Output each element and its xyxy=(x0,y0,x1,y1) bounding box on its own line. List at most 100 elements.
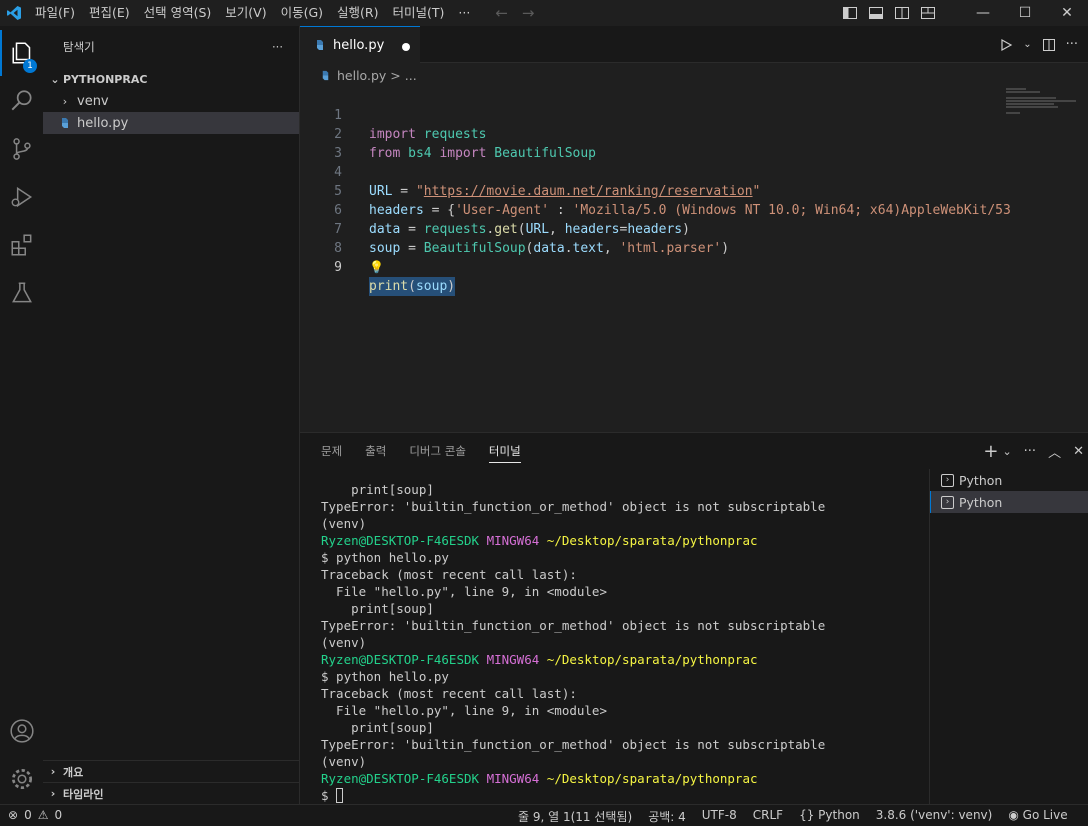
chevron-right-icon: › xyxy=(62,94,68,108)
terminal-output[interactable]: print[soup] TypeError: 'builtin_function_… xyxy=(321,481,921,804)
tab-label: hello.py xyxy=(333,37,385,53)
cursor-position[interactable]: 줄 9, 열 1(11 선택됨) xyxy=(518,808,632,825)
testing-button[interactable] xyxy=(0,270,43,316)
tab-terminal[interactable]: 터미널 xyxy=(488,439,521,463)
terminal-line: $ python hello.py xyxy=(321,668,921,685)
line-ending[interactable]: CRLF xyxy=(753,808,783,825)
menu-more[interactable]: ··· xyxy=(451,0,477,26)
new-terminal-icon[interactable]: + xyxy=(983,441,998,462)
terminal-line: $ python hello.py xyxy=(321,549,921,566)
terminal-text: Traceback (most recent call last): xyxy=(321,686,577,701)
breadcrumb-rest[interactable]: > ... xyxy=(390,68,416,83)
customize-layout-icon[interactable] xyxy=(920,5,936,21)
timeline-section[interactable]: › 타임라인 xyxy=(43,782,300,804)
maximize-panel-icon[interactable]: ︿ xyxy=(1048,442,1061,461)
terminal-text: (venv) xyxy=(321,516,367,531)
split-editor-icon[interactable] xyxy=(1042,38,1056,52)
python-interpreter[interactable]: 3.8.6 ('venv': venv) xyxy=(876,808,993,825)
language-mode[interactable]: {} Python xyxy=(799,808,860,825)
search-button[interactable] xyxy=(0,78,43,124)
outline-label: 개요 xyxy=(63,765,84,779)
workspace-folder[interactable]: ⌄ PYTHONPRAC xyxy=(43,68,299,90)
terminal-text: print[soup] xyxy=(321,601,434,616)
maximize-button[interactable]: ☐ xyxy=(1004,0,1046,26)
close-window-button[interactable]: ✕ xyxy=(1046,0,1088,26)
terminal-line: (venv) xyxy=(321,634,921,651)
tree-item-hello-py[interactable]: hello.py xyxy=(43,112,299,134)
run-debug-button[interactable] xyxy=(0,174,43,220)
explorer-button[interactable]: 1 xyxy=(0,30,43,76)
terminal-name: Python xyxy=(959,472,1003,488)
more-actions-icon[interactable]: ··· xyxy=(1024,444,1036,459)
back-arrow-icon[interactable]: ← xyxy=(495,4,508,22)
menu-selection[interactable]: 선택 영역(S) xyxy=(137,0,219,26)
explorer-more-button[interactable]: ··· xyxy=(272,40,283,54)
terminal-line: $ xyxy=(321,787,921,804)
minimize-button[interactable]: — xyxy=(962,0,1004,26)
terminal-text: (venv) xyxy=(321,754,367,769)
menu-run[interactable]: 실행(R) xyxy=(330,0,385,26)
error-count: 0 xyxy=(24,808,32,822)
indentation[interactable]: 공백: 4 xyxy=(648,808,686,825)
terminal-system: MINGW64 xyxy=(479,533,540,548)
terminal-user: Ryzen@DESKTOP-F46ESDK xyxy=(321,771,480,786)
code-line: 3 xyxy=(300,125,1000,161)
run-dropdown-chevron-icon[interactable]: ⌄ xyxy=(1023,39,1031,50)
menu-terminal[interactable]: 터미널(T) xyxy=(386,0,452,26)
panel-tabs: 문제 출력 디버그 콘솔 터미널 xyxy=(300,433,1088,469)
breadcrumb-file[interactable]: hello.py xyxy=(337,68,386,83)
code-editor[interactable]: 1 import requests 2 from bs4 import Beau… xyxy=(300,87,1088,432)
menu-bar: 파일(F) 편집(E) 선택 영역(S) 보기(V) 이동(G) 실행(R) 터… xyxy=(28,0,477,26)
terminal-prompt-line: Ryzen@DESKTOP-F46ESDK MINGW64 ~/Desktop/… xyxy=(321,651,921,668)
tab-debug-console[interactable]: 디버그 콘솔 xyxy=(409,443,466,459)
terminal-path: ~/Desktop/sparata/pythonprac xyxy=(539,652,758,667)
extensions-button[interactable] xyxy=(0,222,43,268)
toggle-sidebar-icon[interactable] xyxy=(842,5,858,21)
menu-edit[interactable]: 편집(E) xyxy=(82,0,137,26)
explorer-badge: 1 xyxy=(23,59,37,73)
terminal-system: MINGW64 xyxy=(479,652,540,667)
close-panel-icon[interactable]: ✕ xyxy=(1073,444,1084,459)
activity-bar: 1 xyxy=(0,26,43,804)
terminal-dropdown-chevron-icon[interactable]: ⌄ xyxy=(1002,445,1011,458)
terminal-text: File "hello.py", line 9, in <module> xyxy=(321,584,607,599)
terminal-text: TypeError: 'builtin_function_or_method' … xyxy=(321,737,826,752)
menu-view[interactable]: 보기(V) xyxy=(218,0,273,26)
broadcast-icon: ◉ xyxy=(1008,808,1019,822)
encoding[interactable]: UTF-8 xyxy=(702,808,737,825)
code-line: 7 soup = BeautifulSoup(data.text, 'html.… xyxy=(300,201,1000,256)
terminal-list-item-active[interactable]: › Python xyxy=(930,491,1088,513)
explorer-title: 탐색기 xyxy=(63,40,95,54)
go-live[interactable]: ◉ Go Live xyxy=(1008,808,1067,825)
timeline-label: 타임라인 xyxy=(63,787,104,801)
error-icon: ⊗ xyxy=(8,808,19,822)
terminal-user: Ryzen@DESKTOP-F46ESDK xyxy=(321,533,480,548)
unsaved-dot-icon[interactable] xyxy=(402,43,410,51)
status-bar: ⊗ 0 ⚠ 0 줄 9, 열 1(11 선택됨) 공백: 4 UTF-8 CRL… xyxy=(0,804,1088,826)
tree-item-venv[interactable]: › venv xyxy=(43,90,299,112)
tab-output[interactable]: 출력 xyxy=(365,443,386,459)
tab-hello-py[interactable]: hello.py xyxy=(300,26,420,63)
toggle-secondary-sidebar-icon[interactable] xyxy=(894,5,910,21)
accounts-button[interactable] xyxy=(0,708,43,754)
tab-problems[interactable]: 문제 xyxy=(321,443,342,459)
toggle-panel-icon[interactable] xyxy=(868,5,884,21)
menu-file[interactable]: 파일(F) xyxy=(28,0,82,26)
source-control-button[interactable] xyxy=(0,126,43,172)
terminal-list-item[interactable]: › Python xyxy=(930,469,1088,491)
menu-go[interactable]: 이동(G) xyxy=(274,0,330,26)
warning-count: 0 xyxy=(54,808,63,822)
manage-button[interactable] xyxy=(0,756,43,802)
outline-section[interactable]: › 개요 xyxy=(43,760,300,782)
terminal-line: print[soup] xyxy=(321,481,921,498)
forward-arrow-icon[interactable]: → xyxy=(522,4,535,22)
problems-status[interactable]: ⊗ 0 ⚠ 0 xyxy=(8,808,62,822)
more-actions-icon[interactable]: ··· xyxy=(1066,37,1078,52)
terminal-icon: › xyxy=(941,473,954,487)
code-line: 4 URL = "https://movie.daum.net/ranking/… xyxy=(300,144,1000,199)
terminal-line: File "hello.py", line 9, in <module> xyxy=(321,702,921,719)
lightbulb-icon[interactable]: 💡 xyxy=(369,258,384,277)
run-file-icon[interactable] xyxy=(999,38,1013,52)
terminal-user: Ryzen@DESKTOP-F46ESDK xyxy=(321,652,480,667)
minimap[interactable] xyxy=(1006,87,1076,117)
